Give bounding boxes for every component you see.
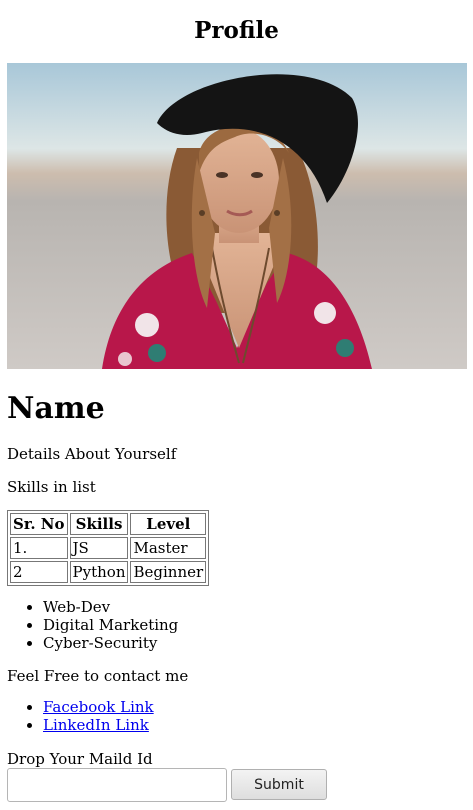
- email-input[interactable]: [7, 768, 227, 802]
- profile-page: Profile Name Details About Yourself Skil…: [0, 0, 473, 810]
- profile-details: Details About Yourself: [7, 445, 177, 463]
- page-title: Profile: [194, 17, 279, 44]
- list-item: LinkedIn Link: [43, 716, 154, 734]
- email-label: Drop Your Maild Id: [7, 750, 153, 768]
- list-item: Facebook Link: [43, 698, 154, 716]
- list-item: Digital Marketing: [43, 616, 178, 634]
- table-header-row: Sr. No Skills Level: [10, 513, 207, 535]
- table-cell: 2: [10, 561, 68, 583]
- table-cell: 1.: [10, 537, 68, 559]
- skills-heading: Skills in list: [7, 478, 96, 496]
- contact-heading: Feel Free to contact me: [7, 667, 189, 685]
- linkedin-link[interactable]: LinkedIn Link: [43, 716, 149, 734]
- profile-photo: [7, 63, 467, 369]
- profile-name: Name: [7, 391, 105, 426]
- list-item: Cyber-Security: [43, 634, 178, 652]
- table-row: 1. JS Master: [10, 537, 207, 559]
- submit-button[interactable]: Submit: [231, 769, 327, 800]
- table-header-level: Level: [130, 513, 207, 535]
- table-cell: JS: [69, 537, 129, 559]
- table-row: 2 Python Beginner: [10, 561, 207, 583]
- contact-links: Facebook Link LinkedIn Link: [7, 698, 154, 734]
- table-cell: Python: [69, 561, 129, 583]
- list-item: Web-Dev: [43, 598, 178, 616]
- table-cell: Master: [130, 537, 207, 559]
- facebook-link[interactable]: Facebook Link: [43, 698, 154, 716]
- table-header-srno: Sr. No: [10, 513, 68, 535]
- skills-table: Sr. No Skills Level 1. JS Master 2 Pytho…: [7, 510, 210, 586]
- table-header-skills: Skills: [69, 513, 129, 535]
- skills-list: Web-Dev Digital Marketing Cyber-Security: [7, 598, 178, 652]
- table-cell: Beginner: [130, 561, 207, 583]
